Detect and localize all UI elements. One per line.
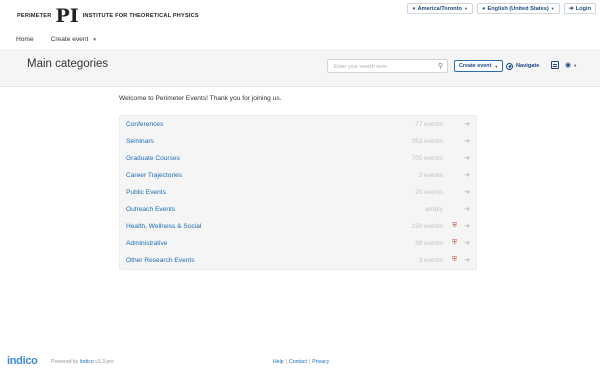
chevron-down-icon: ▼ [550,6,555,11]
category-link[interactable]: Seminars [126,138,154,145]
privacy-link[interactable]: Privacy [312,359,329,365]
navigate-label: Navigate [516,63,540,69]
event-count: 353 events [411,138,443,145]
logo-word-right: INSTITUTE FOR THEORETICAL PHYSICS [82,13,199,19]
logo-mark: PI [55,4,79,27]
category-link[interactable]: Conferences [126,121,163,128]
menu-item-create-event[interactable]: Create event ▼ [51,36,97,43]
shield-icon: ⛨ [452,256,457,263]
category-link[interactable]: Administrative [126,240,167,247]
arrow-right-icon[interactable]: ➜ [464,256,470,264]
globe-icon: ◕ [411,5,416,12]
navigate-button[interactable]: Navigate [506,60,539,72]
chevron-down-icon: ▼ [573,62,578,68]
search-box: ⚲ [327,59,448,73]
category-row[interactable]: Public Events 20 events ➜ [120,184,478,201]
category-row[interactable]: Other Research Events 3 events ⛨ ➜ [120,252,478,269]
arrow-right-icon[interactable]: ➜ [464,239,470,247]
separator: | [308,359,311,365]
create-event-label: Create event [459,63,492,69]
arrow-right-icon[interactable]: ➜ [464,137,470,145]
login-button[interactable]: ➜ Login [563,3,596,14]
globe-icon: ◕ [481,5,486,12]
arrow-right-icon[interactable]: ➜ [464,188,470,196]
event-count: 705 events [411,155,443,162]
menu-item-label: Home [16,36,34,43]
event-count: 150 events [411,223,443,230]
language-label: English (United States) [487,5,549,12]
welcome-message: Welcome to Perimeter Events! Thank you f… [119,95,282,102]
indico-link[interactable]: Indico [80,359,94,365]
page-title: Main categories [27,58,109,70]
category-link[interactable]: Graduate Courses [126,155,180,162]
arrow-right-icon[interactable]: ➜ [464,171,470,179]
category-list: Conferences 77 events ➜ Seminars 353 eve… [119,115,477,270]
category-row[interactable]: Conferences 77 events ➜ [120,116,478,133]
arrow-right-icon[interactable]: ➜ [464,154,470,162]
menu-item-label: Create event [50,36,89,43]
powered-prefix: Powered by [51,359,79,365]
calendar-icon[interactable] [551,61,559,69]
eye-icon: ◉ [565,62,572,69]
session-toolbar: ◕ America/Toronto ▼ ◕ English (United St… [406,3,596,14]
event-count: 77 events [415,121,443,128]
view-options-button[interactable]: ◉ ▼ [565,61,577,69]
event-count: 3 events [418,257,443,264]
category-row[interactable]: Seminars 353 events ➜ [120,133,478,150]
create-event-button[interactable]: Create event ▼ [454,60,504,72]
category-row[interactable]: Health, Wellness & Social 150 events ⛨ ➜ [120,218,478,235]
category-row[interactable]: Outreach Events empty ➜ [120,201,478,218]
category-link[interactable]: Outreach Events [126,206,175,213]
help-link[interactable]: Help [273,359,284,365]
category-link[interactable]: Other Research Events [126,257,195,264]
footer-links: Help | Contact | Privacy [273,359,329,365]
language-selector[interactable]: ◕ English (United States) ▼ [476,3,560,14]
event-count: 88 events [415,240,443,247]
institute-logo[interactable]: PERIMETER PI INSTITUTE FOR THEORETICAL P… [17,5,199,27]
main-menu: Home Create event ▼ [16,36,97,43]
category-row[interactable]: Administrative 88 events ⛨ ➜ [120,235,478,252]
category-link[interactable]: Public Events [126,189,166,196]
arrow-right-icon[interactable]: ➜ [464,222,470,230]
top-header: PERIMETER PI INSTITUTE FOR THEORETICAL P… [0,0,600,30]
contact-link[interactable]: Contact [289,359,307,365]
category-row[interactable]: Graduate Courses 705 events ➜ [120,150,478,167]
chevron-down-icon: ▼ [92,37,97,42]
chevron-down-icon: ▼ [494,63,499,69]
timezone-label: America/Toronto [417,5,462,12]
timezone-selector[interactable]: ◕ America/Toronto ▼ [406,3,473,14]
event-count: 3 events [418,172,443,179]
shield-icon: ⛨ [452,239,457,246]
login-label: Login [575,5,591,12]
event-count: empty [425,206,443,213]
logo-word-left: PERIMETER [17,13,52,19]
login-icon: ➜ [568,6,574,12]
separator: | [285,359,288,365]
event-count: 20 events [415,189,443,196]
category-link[interactable]: Career Trajectories [126,172,182,179]
search-input[interactable] [334,63,429,70]
version-text: v3.3.pre [95,359,114,365]
chevron-down-icon: ▼ [463,6,468,11]
powered-by: Powered by Indico v3.3.pre [51,359,114,365]
shield-icon: ⛨ [452,222,457,229]
arrow-right-icon[interactable]: ➜ [464,120,470,128]
compass-icon [506,62,513,70]
category-row[interactable]: Career Trajectories 3 events ➜ [120,167,478,184]
search-icon[interactable]: ⚲ [438,62,443,70]
menu-item-home[interactable]: Home [16,36,34,43]
indico-logo[interactable]: indico [7,355,38,367]
category-link[interactable]: Health, Wellness & Social [126,223,201,230]
arrow-right-icon[interactable]: ➜ [464,205,470,213]
